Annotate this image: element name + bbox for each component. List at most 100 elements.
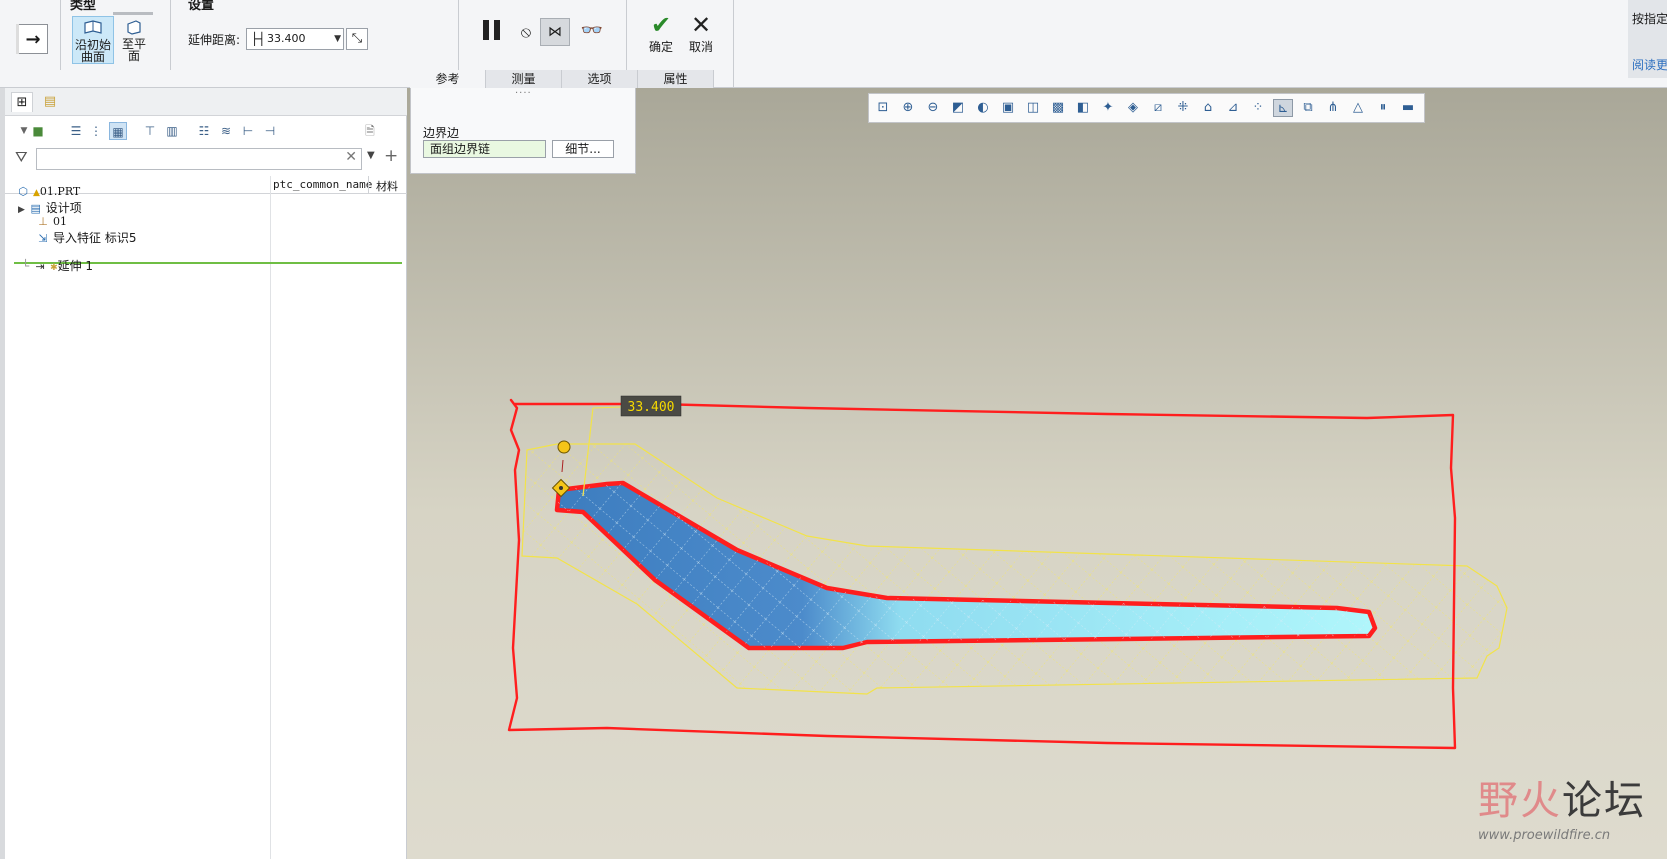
tree-item-extend[interactable]: └ ⇥ ✱延伸 1 [22, 257, 93, 274]
watermark-url: www.proewildfire.cn [1478, 828, 1611, 843]
navigator-tabs: ⊞ ▤ [5, 88, 407, 116]
read-more-link[interactable]: 阅读更 [1632, 56, 1667, 73]
layer-tree-tab[interactable]: ▤ [39, 92, 61, 112]
details-button[interactable]: 细节... [552, 140, 614, 158]
column-divider [270, 176, 271, 859]
cancel-label: 取消 [688, 40, 713, 54]
chevron-down-icon[interactable]: ▼ [334, 29, 341, 49]
tree-item-part[interactable]: ⬡ ▲01.PRT [16, 184, 80, 198]
confirm-button[interactable]: ✔ 确定 [641, 12, 681, 55]
forum-watermark: 野火论坛 www.proewildfire.cn [1478, 768, 1658, 848]
tree-filter-icon[interactable]: ⊤ [141, 122, 159, 140]
grip-icon[interactable]: ···· [515, 88, 532, 99]
no-preview-button[interactable]: ⦸ [516, 22, 536, 42]
document-icon[interactable]: 🗎 [361, 122, 379, 140]
tree-item-label: 延伸 1 [57, 259, 94, 273]
filter-row: ⛛ ✕ ▼ + [5, 146, 407, 172]
expand-list-icon[interactable]: ☰ [67, 122, 85, 140]
column-header-common-name[interactable]: ptc_common_name [273, 178, 372, 191]
boundary-chain-value: 面组边界链 [430, 142, 491, 156]
right-panel-text: 按指定 [1632, 12, 1667, 26]
clear-icon[interactable]: ✕ [345, 149, 357, 165]
tree-icon: ⊞ [16, 95, 28, 110]
glasses-icon: 👓 [580, 20, 604, 41]
to-plane-label: 至平 面 [121, 37, 146, 63]
expand-arrow-icon[interactable]: ▶ [18, 205, 25, 215]
ribbon-separator [170, 0, 171, 70]
tab-options[interactable]: 选项 [562, 70, 638, 88]
preview-geometry-button[interactable]: ⋈ [540, 18, 570, 46]
tree-item-label: 导入特征 标识5 [53, 231, 137, 245]
import-feature-icon: ⇲ [38, 232, 48, 245]
column-divider [368, 176, 369, 194]
layers-stack-icon[interactable]: ≋ [217, 122, 235, 140]
anchor-dot [559, 486, 563, 490]
model-canvas[interactable]: 33.400 [407, 88, 1667, 859]
ribbon: → 类型 沿初始 曲面 至平 面 设置 延伸距离: ├┤ 33.400 ▼ ⤡ … [0, 0, 1667, 88]
watermark-right-text: 论坛 [1562, 778, 1646, 824]
collapse-list-icon[interactable]: ⋮ [87, 122, 105, 140]
tree-item-csys[interactable]: ⊥ 01 [36, 214, 67, 228]
watermark-logo: 野火论坛 [1478, 768, 1658, 826]
verify-mode-button[interactable]: 👓 [576, 20, 608, 41]
right-help-panel: 按指定 阅读更 [1628, 0, 1667, 78]
hierarchy-icon[interactable]: ⊢ [239, 122, 257, 140]
extend-distance-value: 33.400 [267, 32, 306, 45]
flip-direction-button[interactable]: ⤡ [346, 28, 368, 50]
tab-measurements[interactable]: 测量 [486, 70, 562, 88]
tree-columns-icon[interactable]: ▥ [163, 122, 181, 140]
warning-icon: ▲ [33, 188, 40, 198]
dimension-leader [592, 406, 622, 409]
show-list-icon[interactable]: ☷ [195, 122, 213, 140]
new-star-icon: ✱ [50, 263, 58, 273]
type-group-title: 类型 [70, 0, 97, 13]
watermark-left-text: 野火 [1478, 778, 1562, 824]
boundary-edge-label: 边界边 [423, 126, 460, 140]
ribbon-separator [60, 0, 61, 70]
tab-properties[interactable]: 属性 [638, 70, 714, 88]
checkmark-icon: ✔ [650, 11, 672, 39]
tree-item-import-feature[interactable]: ⇲ 导入特征 标识5 [36, 229, 136, 246]
graphics-window[interactable]: ⊡ ⊕ ⊖ ◩ ◐ ▣ ◫ ▩ ◧ ✦ ◈ ⧄ ⁜ ⌂ ⊿ ⁘ ⊾ ⧉ ⋔ △ … [407, 88, 1667, 859]
confirm-label: 确定 [648, 40, 673, 54]
settings-tree-icon[interactable]: ⊣ [261, 122, 279, 140]
extend-distance-label: 延伸距离: [188, 33, 241, 47]
settings-group-title: 设置 [188, 0, 215, 13]
close-icon: ✕ [690, 11, 712, 39]
model-tree-tab[interactable]: ⊞ [11, 92, 33, 112]
flip-arrows-icon: ⤡ [351, 31, 363, 46]
column-header-material[interactable]: 材料 [376, 178, 398, 194]
csys-icon: ⊥ [38, 215, 48, 228]
plane-icon [124, 18, 144, 36]
tree-item-label: 01 [53, 215, 67, 228]
dimension-tag-value[interactable]: 33.400 [628, 400, 675, 415]
boundary-chain-collector[interactable]: 面组边界链 [423, 140, 546, 158]
drag-handle-icon[interactable] [557, 440, 571, 454]
dimension-cap-icon: ├┤ [251, 32, 266, 46]
tree-item-label: 设计项 [45, 201, 82, 215]
back-to-feature-button[interactable]: → [16, 24, 48, 54]
tab-references[interactable]: 参考 [410, 70, 486, 88]
layers-icon: ▤ [43, 94, 57, 109]
tree-toolbar: ▼ ■ ☰ ⋮ ▦ ⊤ ▥ ☷ ≋ ⊢ ⊣ 🗎 [5, 117, 407, 145]
pause-icon [483, 20, 500, 40]
search-input[interactable]: ✕ [36, 148, 362, 170]
pause-button[interactable] [478, 18, 506, 48]
references-panel: ···· 边界边 面组边界链 细节... [410, 88, 636, 174]
extend-distance-input[interactable]: ├┤ 33.400 ▼ [246, 28, 344, 50]
to-plane-button[interactable]: 至平 面 [113, 12, 155, 64]
table-view-icon[interactable]: ▦ [109, 122, 127, 140]
along-initial-surface-button[interactable]: 沿初始 曲面 [72, 16, 114, 64]
cancel-button[interactable]: ✕ 取消 [681, 12, 721, 55]
ribbon-separator [733, 0, 734, 88]
tree-item-label: 01.PRT [39, 185, 81, 198]
chevron-down-icon[interactable]: ▼ [367, 150, 375, 161]
model-tree-panel: ⊞ ▤ ▼ ■ ☰ ⋮ ▦ ⊤ ▥ ☷ ≋ ⊢ ⊣ 🗎 ⛛ ✕ ▼ + ptc_… [0, 88, 407, 859]
funnel-icon[interactable]: ⛛ [15, 148, 28, 166]
details-label: 细节... [565, 142, 601, 156]
extend-feature-icon: ⇥ [35, 260, 45, 273]
book-surface-icon [83, 19, 103, 37]
part-display-icon[interactable]: ■ [29, 122, 47, 140]
part-icon: ⬡ [18, 185, 28, 198]
plus-icon[interactable]: + [384, 146, 398, 166]
